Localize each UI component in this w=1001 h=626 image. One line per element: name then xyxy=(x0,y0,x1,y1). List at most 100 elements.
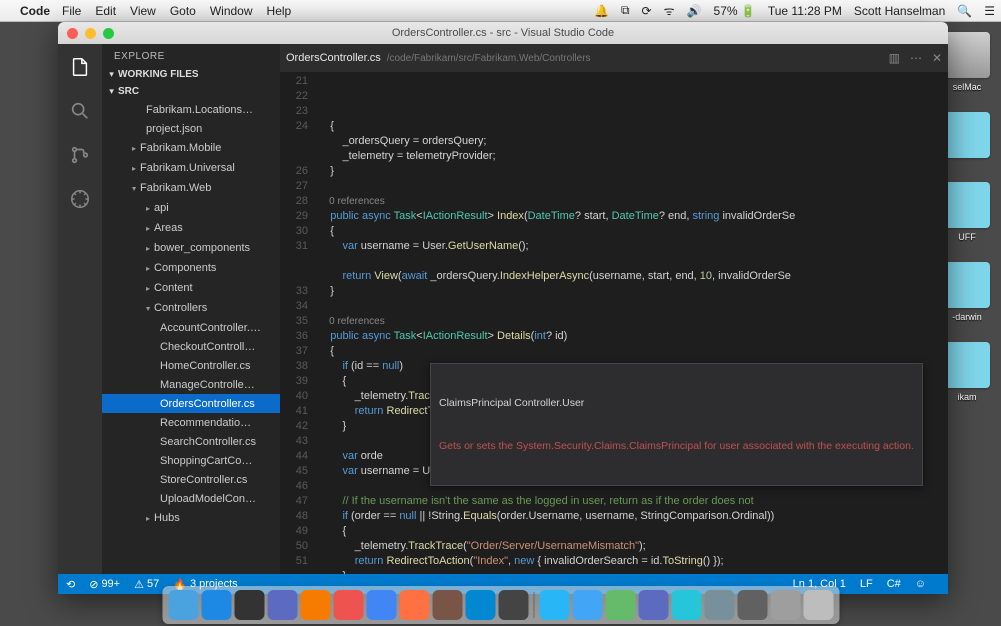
dock-app-icon[interactable] xyxy=(498,590,528,620)
dock-app-icon[interactable] xyxy=(737,590,767,620)
tree-folder[interactable]: Fabrikam.Universal xyxy=(102,158,280,178)
split-editor-icon[interactable]: ▥ xyxy=(889,51,900,65)
dock-app-icon[interactable] xyxy=(671,590,701,620)
user-name[interactable]: Scott Hanselman xyxy=(854,4,945,18)
dock-app-icon[interactable] xyxy=(267,590,297,620)
tree-folder[interactable]: Components xyxy=(102,258,280,278)
spotlight-icon[interactable]: 🔍 xyxy=(957,4,972,18)
dock-app-icon[interactable] xyxy=(399,590,429,620)
desktop-folder-icon[interactable] xyxy=(944,342,990,388)
tree-folder[interactable]: bower_components xyxy=(102,238,280,258)
dock-app-icon[interactable] xyxy=(803,590,833,620)
desktop-hd-icon[interactable] xyxy=(944,32,990,78)
status-eol[interactable]: LF xyxy=(860,578,873,590)
tree-file[interactable]: Recommendatio… xyxy=(102,413,280,432)
status-language[interactable]: C# xyxy=(887,578,901,590)
sync-icon[interactable]: ⟳ xyxy=(642,4,652,18)
dock-app-icon[interactable] xyxy=(333,590,363,620)
window-maximize-button[interactable] xyxy=(103,28,114,39)
status-errors[interactable]: ⊘99+ xyxy=(89,578,120,591)
window-minimize-button[interactable] xyxy=(85,28,96,39)
dock-app-icon[interactable] xyxy=(465,590,495,620)
battery-pct: 57% xyxy=(714,4,738,18)
tree-file[interactable]: project.json xyxy=(102,119,280,138)
tree-folder[interactable]: Content xyxy=(102,278,280,298)
macos-dock xyxy=(162,586,839,624)
code-editor[interactable]: 2122232426272829303133343536373839404142… xyxy=(280,72,948,574)
tree-folder[interactable]: Fabrikam.Web xyxy=(102,178,280,198)
tree-file[interactable]: HomeController.cs xyxy=(102,356,280,375)
dock-app-icon[interactable] xyxy=(770,590,800,620)
hover-doc: Gets or sets the System.Security.Claims.… xyxy=(439,439,914,453)
sidebar-header: EXPLORE xyxy=(102,44,280,66)
tree-folder[interactable]: Hubs xyxy=(102,508,280,528)
editor-area: OrdersController.cs /code/Fabrikam/src/F… xyxy=(280,44,948,574)
tree-folder[interactable]: Areas xyxy=(102,218,280,238)
tab-filename[interactable]: OrdersController.cs xyxy=(286,52,381,64)
window-titlebar[interactable]: OrdersController.cs - src - Visual Studi… xyxy=(58,22,948,44)
src-section[interactable]: SRC xyxy=(102,83,280,100)
close-tab-icon[interactable]: ✕ xyxy=(932,51,942,65)
notification-center-icon[interactable]: ☰ xyxy=(984,4,993,18)
status-sync[interactable]: ⟲ xyxy=(66,578,75,591)
tree-file[interactable]: UploadModelCon… xyxy=(102,489,280,508)
desktop-folder-icon[interactable] xyxy=(944,262,990,308)
tree-folder[interactable]: Fabrikam.Mobile xyxy=(102,138,280,158)
dock-app-icon[interactable] xyxy=(704,590,734,620)
dock-app-icon[interactable] xyxy=(168,590,198,620)
tree-file[interactable]: ManageControlle… xyxy=(102,375,280,394)
more-icon[interactable]: ⋯ xyxy=(910,51,922,65)
wifi-icon[interactable]: ᯤ xyxy=(664,2,675,19)
tree-folder[interactable]: api xyxy=(102,198,280,218)
dock-app-icon[interactable] xyxy=(201,590,231,620)
window-close-button[interactable] xyxy=(67,28,78,39)
menu-window[interactable]: Window xyxy=(210,4,253,18)
search-icon[interactable] xyxy=(67,98,93,124)
desktop-label: ikam xyxy=(957,392,976,402)
dock-app-icon[interactable] xyxy=(366,590,396,620)
volume-icon[interactable]: 🔊 xyxy=(687,4,702,18)
menu-goto[interactable]: Goto xyxy=(170,4,196,18)
menu-file[interactable]: File xyxy=(62,4,81,18)
git-icon[interactable] xyxy=(67,142,93,168)
menu-edit[interactable]: Edit xyxy=(95,4,116,18)
dropbox-icon[interactable]: ⧉ xyxy=(621,3,630,18)
clock[interactable]: Tue 11:28 PM xyxy=(768,4,842,18)
dock-app-icon[interactable] xyxy=(300,590,330,620)
dock-app-icon[interactable] xyxy=(432,590,462,620)
menu-view[interactable]: View xyxy=(130,4,156,18)
tree-file[interactable]: SearchController.cs xyxy=(102,432,280,451)
dock-app-icon[interactable] xyxy=(539,590,569,620)
status-warnings[interactable]: ⚠57 xyxy=(134,578,159,591)
explorer-sidebar: EXPLORE WORKING FILES SRC Fabrikam.Locat… xyxy=(102,44,280,574)
error-count: 99+ xyxy=(101,578,120,590)
file-tree: Fabrikam.Locations…project.jsonFabrikam.… xyxy=(102,100,280,528)
tree-file[interactable]: ShoppingCartCo… xyxy=(102,451,280,470)
tree-file[interactable]: CheckoutControll… xyxy=(102,337,280,356)
explorer-icon[interactable] xyxy=(67,54,93,80)
error-icon: ⊘ xyxy=(89,578,98,591)
menu-help[interactable]: Help xyxy=(267,4,292,18)
code-text[interactable]: ClaimsPrincipal Controller.User Gets or … xyxy=(318,72,948,574)
dock-app-icon[interactable] xyxy=(638,590,668,620)
tree-folder[interactable]: Controllers xyxy=(102,298,280,318)
tab-filepath: /code/Fabrikam/src/Fabrikam.Web/Controll… xyxy=(387,53,591,64)
debug-icon[interactable] xyxy=(67,186,93,212)
dock-app-icon[interactable] xyxy=(605,590,635,620)
app-name[interactable]: Code xyxy=(20,4,50,18)
desktop-folder-icon[interactable] xyxy=(944,182,990,228)
tree-file[interactable]: OrdersController.cs xyxy=(102,394,280,413)
hover-tooltip: ClaimsPrincipal Controller.User Gets or … xyxy=(430,363,923,486)
warning-count: 57 xyxy=(147,578,159,590)
working-files-section[interactable]: WORKING FILES xyxy=(102,66,280,83)
tree-file[interactable]: Fabrikam.Locations… xyxy=(102,100,280,119)
dock-app-icon[interactable] xyxy=(572,590,602,620)
status-feedback-icon[interactable]: ☺ xyxy=(915,578,926,590)
dock-app-icon[interactable] xyxy=(234,590,264,620)
battery-icon[interactable]: 57% 🔋 xyxy=(714,4,756,18)
notification-icon[interactable]: 🔔 xyxy=(594,4,609,18)
tree-file[interactable]: AccountController.… xyxy=(102,318,280,337)
sync-icon: ⟲ xyxy=(66,578,75,591)
tree-file[interactable]: StoreController.cs xyxy=(102,470,280,489)
desktop-folder-icon[interactable] xyxy=(944,112,990,158)
